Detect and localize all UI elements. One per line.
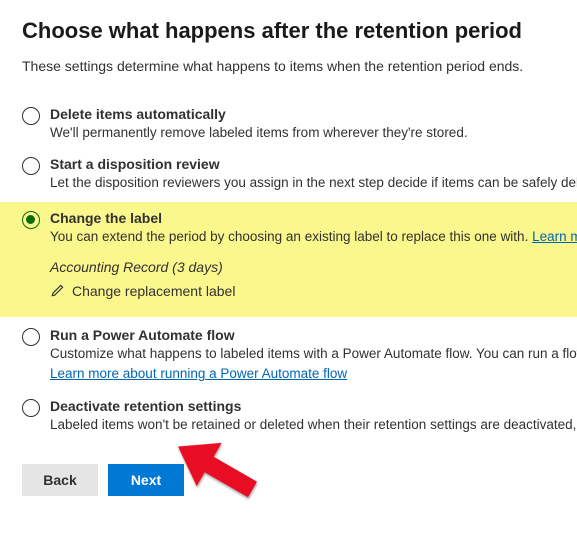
pencil-icon <box>50 283 65 298</box>
option-change-title: Change the label <box>50 210 577 226</box>
option-flow-desc: Customize what happens to labeled items … <box>50 345 577 363</box>
option-disposition-title: Start a disposition review <box>50 156 577 172</box>
intro-text: These settings determine what happens to… <box>22 58 577 74</box>
option-delete-items[interactable]: Delete items automatically We'll permane… <box>22 102 577 152</box>
option-deactivate-title: Deactivate retention settings <box>50 398 577 414</box>
footer-buttons: Back Next <box>22 464 577 496</box>
radio-power-automate[interactable] <box>22 328 40 346</box>
option-change-label[interactable]: Change the label You can extend the peri… <box>0 202 577 317</box>
option-delete-desc: We'll permanently remove labeled items f… <box>50 124 577 142</box>
learn-more-flow-link[interactable]: Learn more about running a Power Automat… <box>50 366 347 381</box>
radio-change-label[interactable] <box>22 211 40 229</box>
radio-deactivate[interactable] <box>22 399 40 417</box>
change-replacement-label-text: Change replacement label <box>72 283 235 299</box>
option-deactivate-desc: Labeled items won't be retained or delet… <box>50 416 577 434</box>
page-title: Choose what happens after the retention … <box>22 18 577 44</box>
option-deactivate[interactable]: Deactivate retention settings Labeled it… <box>22 394 577 444</box>
current-replacement-label: Accounting Record (3 days) <box>50 259 577 275</box>
option-disposition-desc: Let the disposition reviewers you assign… <box>50 174 577 192</box>
radio-disposition-review[interactable] <box>22 157 40 175</box>
option-disposition-review[interactable]: Start a disposition review Let the dispo… <box>22 152 577 202</box>
option-power-automate[interactable]: Run a Power Automate flow Customize what… <box>22 317 577 393</box>
back-button[interactable]: Back <box>22 464 98 496</box>
option-change-desc: You can extend the period by choosing an… <box>50 228 577 246</box>
next-button[interactable]: Next <box>108 464 184 496</box>
learn-more-change-link[interactable]: Learn more <box>532 229 577 244</box>
option-flow-title: Run a Power Automate flow <box>50 327 577 343</box>
change-replacement-label-button[interactable]: Change replacement label <box>50 283 235 299</box>
option-delete-title: Delete items automatically <box>50 106 577 122</box>
radio-delete-items[interactable] <box>22 107 40 125</box>
